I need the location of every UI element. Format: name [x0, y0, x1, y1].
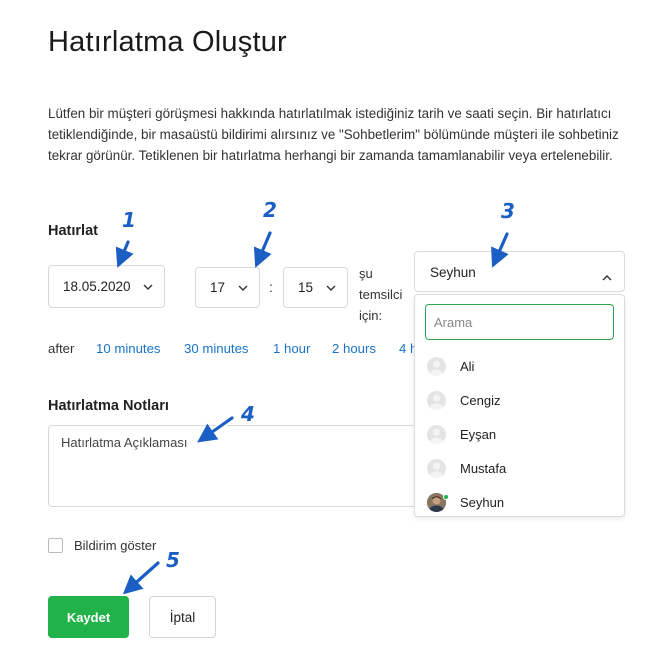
- after-option-2-hours[interactable]: 2 hours: [332, 341, 376, 356]
- remind-label: Hatırlat: [48, 223, 98, 239]
- avatar-icon: [427, 390, 446, 410]
- annotation-number-1: 1: [122, 208, 136, 232]
- date-select[interactable]: 18.05.2020: [48, 265, 165, 308]
- page-description: Lütfen bir müşteri görüşmesi hakkında ha…: [48, 106, 619, 163]
- rep-dropdown-panel: Arama Ali Cengiz Eyşan Mustafa Seyhun: [414, 294, 625, 517]
- notes-placeholder: Hatırlatma Açıklaması: [61, 435, 188, 450]
- chevron-up-icon: [602, 269, 612, 284]
- hour-value: 17: [210, 280, 226, 295]
- after-option-1-hour[interactable]: 1 hour: [273, 341, 310, 356]
- rep-selected-value: Seyhun: [430, 265, 476, 280]
- cancel-button[interactable]: İptal: [149, 596, 216, 638]
- after-option-10-minutes[interactable]: 10 minutes: [96, 341, 161, 356]
- hour-select[interactable]: 17: [195, 267, 260, 308]
- chevron-down-icon: [238, 285, 248, 291]
- rep-option-eysan[interactable]: Eyşan: [415, 417, 624, 451]
- rep-option-label: Mustafa: [460, 460, 507, 476]
- notes-textarea[interactable]: Hatırlatma Açıklaması: [48, 425, 438, 507]
- rep-option-label: Ali: [460, 358, 475, 374]
- online-status-dot: [443, 494, 449, 500]
- notify-checkbox[interactable]: [48, 538, 63, 553]
- rep-option-seyhun[interactable]: Seyhun: [415, 485, 624, 519]
- chevron-down-icon: [143, 284, 153, 290]
- chevron-down-icon: [326, 285, 336, 291]
- notify-checkbox-label[interactable]: Bildirim göster: [74, 538, 156, 553]
- annotation-number-5: 5: [166, 548, 180, 572]
- notes-label: Hatırlatma Notları: [48, 398, 169, 414]
- minute-select[interactable]: 15: [283, 267, 348, 308]
- rep-select[interactable]: Seyhun: [414, 251, 625, 292]
- annotation-arrow-1: [115, 240, 134, 268]
- annotation-arrow-2: [253, 231, 272, 268]
- save-button[interactable]: Kaydet: [48, 596, 129, 638]
- rep-option-label: Cengiz: [460, 392, 501, 408]
- rep-option-label: Eyşan: [460, 426, 497, 442]
- rep-option-cengiz[interactable]: Cengiz: [415, 383, 624, 417]
- annotation-arrow-5: [122, 561, 160, 595]
- avatar-icon: [427, 356, 446, 376]
- rep-search-placeholder: Arama: [434, 314, 473, 330]
- rep-label: şu temsilci için:: [359, 266, 403, 323]
- annotation-number-3: 3: [501, 199, 515, 223]
- rep-option-mustafa[interactable]: Mustafa: [415, 451, 624, 485]
- page-title: Hatırlatma Oluştur: [48, 26, 287, 58]
- minute-value: 15: [298, 280, 314, 295]
- after-option-30-minutes[interactable]: 30 minutes: [184, 341, 249, 356]
- annotation-number-2: 2: [263, 198, 277, 222]
- rep-option-ali[interactable]: Ali: [415, 349, 624, 383]
- after-label: after: [48, 341, 75, 356]
- avatar-icon: [427, 424, 446, 444]
- rep-option-label: Seyhun: [460, 494, 505, 510]
- rep-search-input[interactable]: Arama: [425, 304, 614, 340]
- avatar-icon: [427, 458, 446, 478]
- date-value: 18.05.2020: [63, 279, 131, 294]
- annotation-number-4: 4: [241, 402, 255, 426]
- time-separator: :: [269, 279, 273, 295]
